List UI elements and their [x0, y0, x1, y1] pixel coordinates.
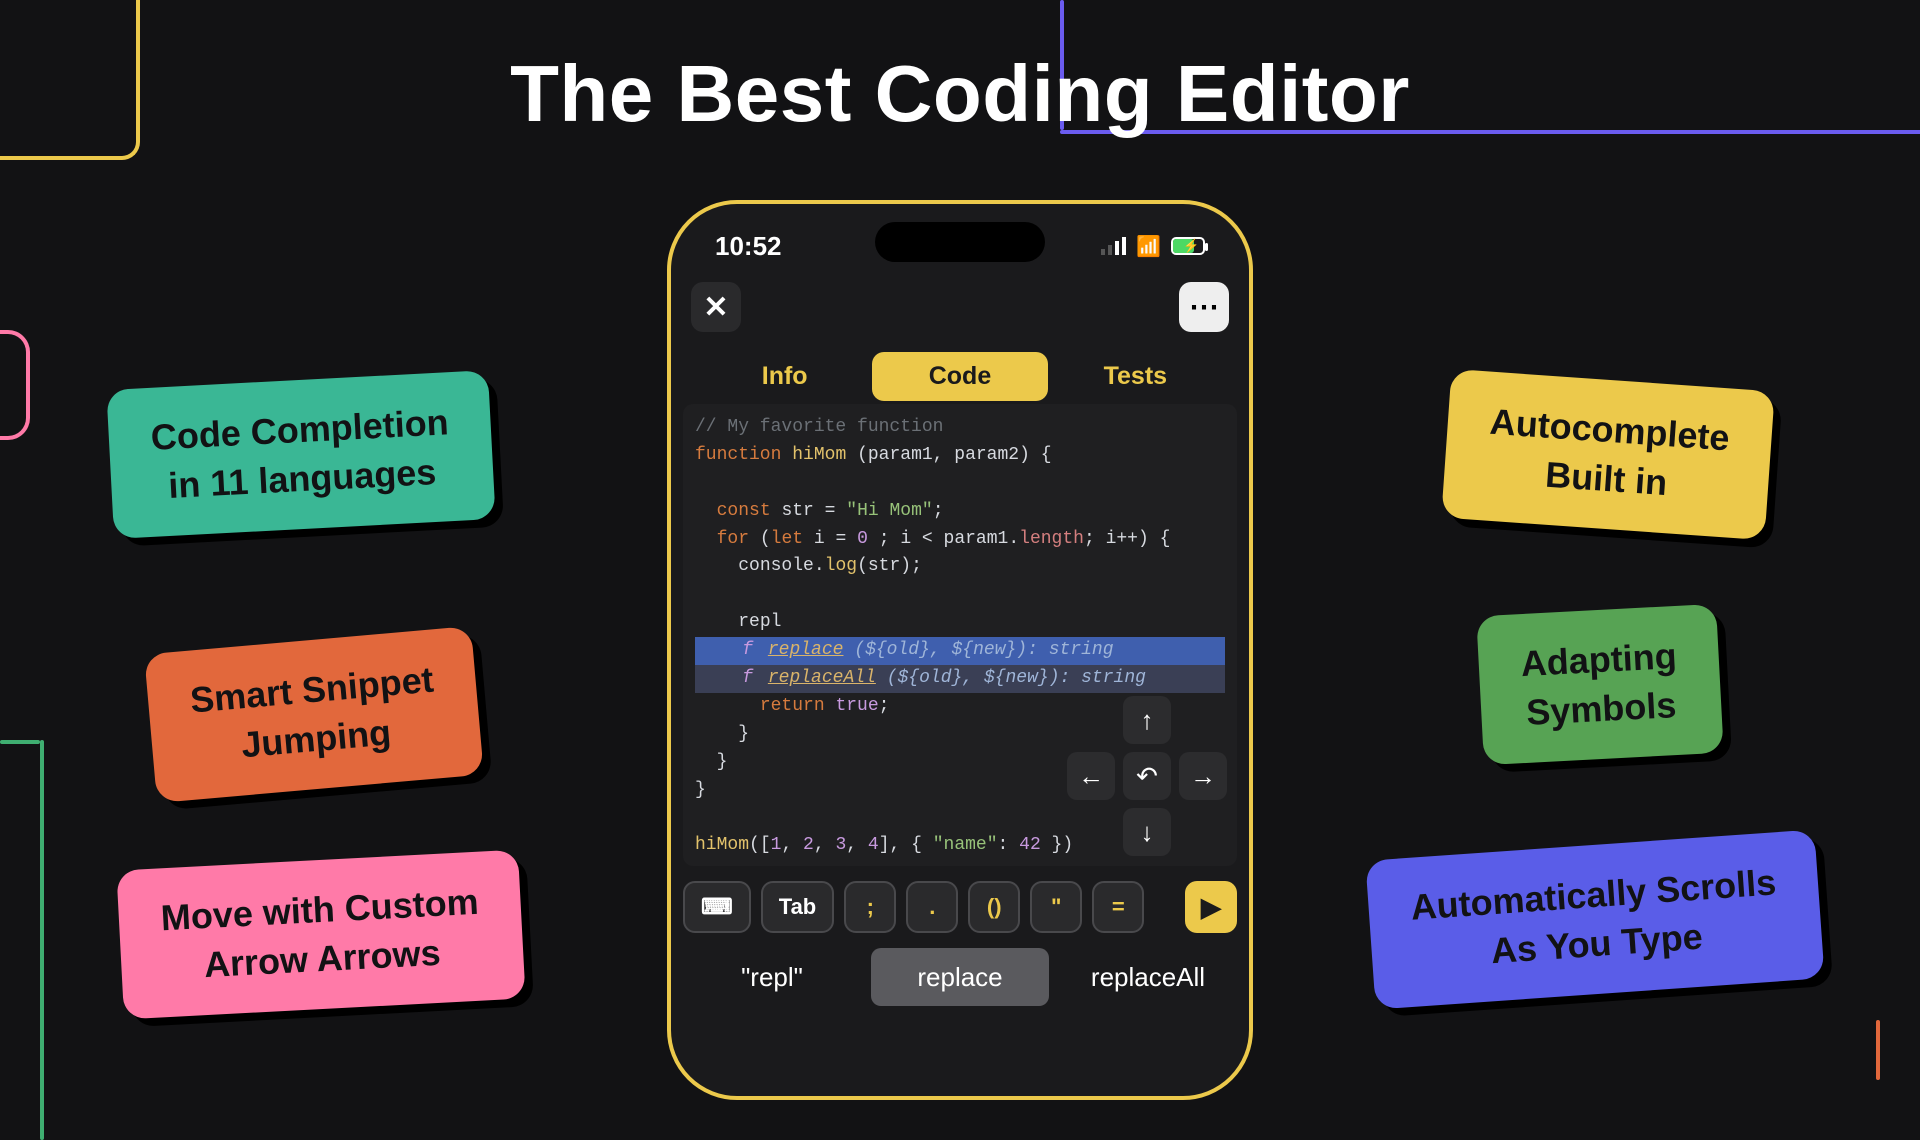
log-args: (str); — [857, 556, 922, 576]
ac-signature: (${old}, ${new}): string — [854, 640, 1113, 660]
callout-code-completion: Code Completion in 11 languages — [106, 370, 495, 539]
close-button[interactable]: ✕ — [691, 282, 741, 332]
call-mid: ], { — [879, 835, 933, 855]
var-name: str — [781, 501, 813, 521]
colon: : — [998, 835, 1020, 855]
callout-adapting-symbols: Adapting Symbols — [1476, 604, 1723, 766]
num-zero: 0 — [857, 529, 868, 549]
semicolon-key[interactable]: ; — [844, 881, 896, 933]
battery-icon: ⚡ — [1171, 237, 1205, 255]
suggestion-repl[interactable]: "repl" — [683, 948, 861, 1006]
ac-kind-icon: f — [738, 640, 757, 660]
string-literal: "Hi Mom" — [846, 501, 932, 521]
obj-val: 42 — [1019, 835, 1041, 855]
brace-close: } — [695, 780, 706, 800]
op-semi2: ; — [879, 696, 890, 716]
typed-prefix: repl — [738, 612, 781, 632]
keyboard-toggle-button[interactable]: ⌨ — [683, 881, 751, 933]
undo-button[interactable]: ↶ — [1123, 752, 1171, 800]
arrow-up-button[interactable]: ↑ — [1123, 696, 1171, 744]
page-title: The Best Coding Editor — [0, 48, 1920, 140]
arrow-right-button[interactable]: → — [1179, 752, 1227, 800]
kw-for: for — [717, 529, 749, 549]
call-fn: hiMom — [695, 835, 749, 855]
prop-length: length — [1019, 529, 1084, 549]
quote-key[interactable]: " — [1030, 881, 1082, 933]
brace-close: } — [738, 724, 749, 744]
num-2: 2 — [803, 835, 814, 855]
ac-name: replaceAll — [768, 668, 876, 688]
run-button[interactable]: ▶ — [1185, 881, 1237, 933]
suggestion-replace[interactable]: replace — [871, 948, 1049, 1006]
brace-close: } — [717, 752, 728, 772]
for-cond: ; i < param1. — [879, 529, 1019, 549]
kw-true: true — [835, 696, 878, 716]
tab-info[interactable]: Info — [697, 352, 872, 401]
ac-signature: (${old}, ${new}): string — [887, 668, 1146, 688]
callout-smart-snippet: Smart Snippet Jumping — [144, 626, 484, 803]
ac-kind-icon: f — [738, 668, 757, 688]
tab-tests[interactable]: Tests — [1048, 352, 1223, 401]
tab-code[interactable]: Code — [872, 352, 1047, 401]
var-i: i — [814, 529, 825, 549]
decor-green-horizontal — [0, 740, 40, 744]
obj-key: "name" — [933, 835, 998, 855]
suggestion-replaceall[interactable]: replaceAll — [1059, 948, 1237, 1006]
status-time: 10:52 — [715, 231, 782, 262]
num-1: 1 — [771, 835, 782, 855]
fn-name: hiMom — [792, 445, 846, 465]
status-bar: 10:52 📶 ⚡ — [671, 226, 1249, 266]
fn-log: log — [825, 556, 857, 576]
callout-auto-scroll: Automatically Scrolls As You Type — [1365, 829, 1824, 1009]
kw-return: return — [760, 696, 825, 716]
autocomplete-item-replace[interactable]: f replace (${old}, ${new}): string — [695, 637, 1225, 665]
cellular-icon — [1101, 237, 1126, 255]
kw-let: let — [771, 529, 803, 549]
close-icon: ✕ — [703, 290, 728, 325]
arrow-down-button[interactable]: ↓ — [1123, 808, 1171, 856]
dot-key[interactable]: . — [906, 881, 958, 933]
autocomplete-item-replaceall[interactable]: f replaceAll (${old}, ${new}): string — [695, 665, 1225, 693]
callout-arrow-keys: Move with Custom Arrow Arrows — [116, 850, 525, 1020]
wifi-icon: 📶 — [1136, 234, 1161, 259]
ac-name: replace — [768, 640, 844, 660]
op-dot: . — [814, 556, 825, 576]
op-semi: ; — [933, 501, 944, 521]
obj-console: console — [738, 556, 814, 576]
arrow-left-button[interactable]: ← — [1067, 752, 1115, 800]
decor-green-vertical — [40, 740, 44, 1140]
op-eq: = — [825, 501, 836, 521]
callout-autocomplete: Autocomplete Built in — [1441, 369, 1775, 540]
num-3: 3 — [835, 835, 846, 855]
keyboard-suggestions: "repl" replace replaceAll — [683, 948, 1237, 1006]
decor-pink-tab — [0, 330, 30, 440]
fn-params: (param1, param2) { — [857, 445, 1051, 465]
phone-frame: 10:52 📶 ⚡ ✕ ⋯ Info Code Tests // My favo… — [667, 200, 1253, 1100]
symbol-row: ⌨ Tab ; . () " = ▶ — [683, 878, 1237, 936]
equals-key[interactable]: = — [1092, 881, 1144, 933]
parens-key[interactable]: () — [968, 881, 1020, 933]
code-comment: // My favorite function — [695, 417, 943, 437]
call-open: ([ — [749, 835, 771, 855]
kw-const: const — [717, 501, 771, 521]
num-4: 4 — [868, 835, 879, 855]
tab-key[interactable]: Tab — [761, 881, 834, 933]
more-icon: ⋯ — [1189, 290, 1219, 325]
tab-bar: Info Code Tests — [691, 346, 1229, 407]
more-button[interactable]: ⋯ — [1179, 282, 1229, 332]
arrow-pad: ↑ ← ↶ → ↓ — [1067, 696, 1227, 856]
kw-function: function — [695, 445, 781, 465]
decor-orange-stub — [1876, 1020, 1880, 1080]
for-inc: ; i++) { — [1084, 529, 1170, 549]
